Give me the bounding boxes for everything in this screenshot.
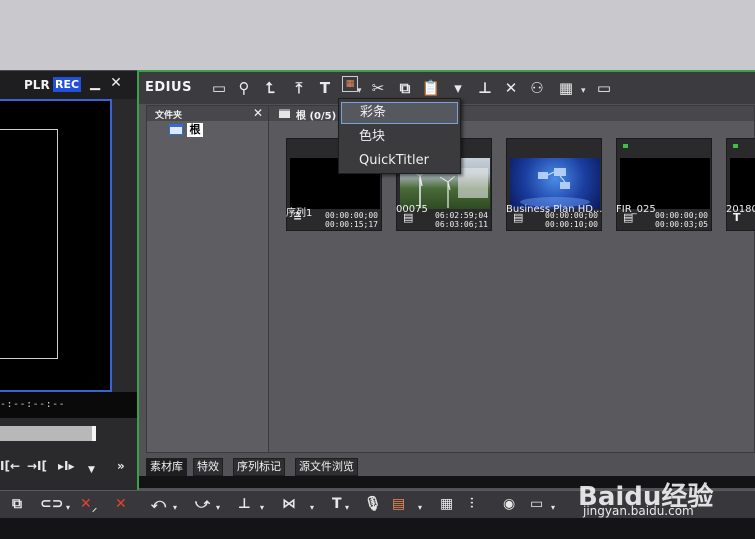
clip-name: FIR_025 — [616, 204, 656, 215]
clip-timecode-out: 00:00:15;17 — [325, 220, 378, 229]
delete-clip-icon[interactable]: ✕ — [115, 496, 127, 512]
mixer-icon[interactable]: ⫶ — [470, 496, 474, 512]
folder-tree-root-label: 根 — [187, 123, 203, 137]
more-icon[interactable]: » — [117, 459, 125, 473]
clip-name: 00075 — [396, 204, 428, 215]
microphone-icon[interactable]: 🎙 — [364, 496, 382, 512]
set-marker-icon[interactable]: ⊥ — [238, 496, 251, 512]
player-timecode-bar: -:--:--:-- — [0, 392, 137, 418]
app-title: EDIUS — [145, 80, 192, 95]
chevron-down-icon[interactable]: ▾ — [173, 503, 177, 512]
folder-pane: 文件夹 ✕ 根 — [146, 105, 269, 453]
chevron-down-icon[interactable]: ▾ — [357, 86, 362, 96]
player-scrub-bar[interactable] — [0, 426, 96, 441]
close-icon[interactable]: ✕ — [253, 106, 263, 120]
clip-timecode-out: 00:00:03;05 — [655, 220, 708, 229]
chevron-down-icon[interactable]: ▾ — [418, 503, 422, 512]
up-folder-icon[interactable]: ⮤ — [260, 78, 280, 98]
new-clip-dropdown-menu: 彩条 色块 QuickTitler — [338, 98, 461, 174]
search-icon[interactable]: ⚲ — [234, 78, 254, 98]
business-graphic-image — [520, 168, 590, 207]
tab-bin[interactable]: 素材库 — [146, 458, 187, 476]
ripple-delete-icon[interactable]: ✕ — [80, 496, 92, 512]
folder-pane-header: 文件夹 ✕ — [147, 106, 268, 121]
chevron-down-icon[interactable]: ▾ — [345, 503, 349, 512]
clip-preview — [510, 158, 600, 209]
grid-icon[interactable]: ▦ — [440, 496, 453, 512]
transition-icon[interactable]: ⋈ — [282, 496, 296, 512]
timeline-area — [0, 518, 755, 539]
menu-item-color-bars[interactable]: 彩条 — [341, 102, 458, 124]
minimize-icon[interactable]: ▁ — [88, 76, 102, 92]
chevron-down-icon[interactable]: ▾ — [216, 503, 220, 512]
player-panel: PLR REC ▁ ✕ -:--:--:-- I[← →I[ ▸I▸ ▼ » — [0, 70, 137, 490]
set-out-icon[interactable]: →I[ — [27, 459, 47, 473]
chevron-down-icon[interactable]: ▾ — [581, 86, 586, 96]
copy-icon[interactable]: ⧉ — [395, 78, 415, 98]
insert-icon[interactable]: ▸I▸ — [58, 459, 75, 473]
folder-icon — [169, 124, 183, 135]
clip-timecode-out: 06:03:06;11 — [435, 220, 488, 229]
safe-area-guide — [0, 129, 58, 359]
clip-name: 序列1 — [286, 208, 313, 219]
tab-sequence-markers[interactable]: 序列标记 — [233, 458, 285, 476]
add-to-player-icon[interactable]: ▾ — [448, 78, 468, 98]
folder-pane-title: 文件夹 — [155, 111, 183, 121]
razor-icon[interactable]: ⸝ — [92, 500, 97, 514]
rec-toggle[interactable]: REC — [53, 77, 81, 92]
chevron-down-icon[interactable]: ▾ — [66, 503, 70, 512]
clip-view-path: 根 (0/5) — [296, 111, 337, 122]
add-clip-icon[interactable]: ⤒ — [289, 78, 309, 98]
clip-thumbnail[interactable]: T — [726, 138, 755, 231]
close-icon[interactable]: ✕ — [108, 75, 124, 91]
transport-controls: I[← →I[ ▸I▸ ▼ » — [0, 454, 137, 480]
paste-icon[interactable]: 📋 — [421, 78, 441, 98]
cut-icon[interactable]: ✂ — [368, 78, 388, 98]
plr-toggle[interactable]: PLR — [24, 78, 50, 92]
clip-thumbnail[interactable]: ▤ 00:00:00;00 00:00:03;05 — [616, 138, 712, 231]
player-titlebar: PLR REC ▁ ✕ — [0, 71, 137, 99]
copy-icon[interactable]: ⧉ — [12, 496, 22, 512]
undo-icon[interactable]: ⤺ — [151, 496, 166, 512]
chevron-down-icon[interactable]: ▾ — [260, 503, 264, 512]
folder-icon[interactable]: ▭ — [209, 78, 229, 98]
clip-timecode-in: 00:00:00;00 — [325, 211, 378, 220]
chevron-down-icon[interactable]: ▾ — [310, 503, 314, 512]
folder-icon — [279, 109, 290, 118]
menu-item-color-matte[interactable]: 色块 — [341, 126, 458, 148]
new-color-clip-icon[interactable]: ▦ — [342, 76, 358, 92]
clip-marker — [623, 144, 628, 148]
render-icon[interactable]: ▤ — [392, 496, 405, 512]
title-icon[interactable]: T — [332, 496, 342, 512]
color-wheel-icon[interactable]: ◉ — [503, 496, 515, 512]
view-mode-icon[interactable]: ▦ — [556, 78, 576, 98]
chevron-down-icon[interactable]: ▾ — [551, 503, 555, 512]
delete-icon[interactable]: ✕ — [501, 78, 521, 98]
menu-item-quicktitler[interactable]: QuickTitler — [341, 150, 458, 172]
set-in-icon[interactable]: I[← — [0, 459, 20, 473]
add-title-icon[interactable]: T — [315, 78, 335, 98]
link-icon[interactable]: ⊂⊃ — [40, 496, 63, 512]
chevron-down-icon[interactable]: ▼ — [88, 465, 95, 475]
clip-preview — [730, 158, 755, 209]
clip-thumbnail[interactable]: ▤ 00:00:00;00 00:00:10;00 — [506, 138, 602, 231]
tab-source-browser[interactable]: 源文件浏览 — [295, 458, 358, 476]
clip-timecode-in: 06:02:59;04 — [435, 211, 488, 220]
timecode-display: -:--:--:-- — [0, 399, 66, 410]
clip-marker — [733, 144, 738, 148]
add-to-timeline-icon[interactable]: ⊥ — [475, 78, 495, 98]
clip-timecode-out: 00:00:10;00 — [545, 220, 598, 229]
redo-icon[interactable]: ⤻ — [195, 496, 210, 512]
clip-preview — [620, 158, 710, 209]
window-icon[interactable]: ▭ — [530, 496, 543, 512]
clip-name: Business Plan HD... — [506, 204, 603, 215]
bin-window-icon[interactable]: ▭ — [594, 78, 614, 98]
properties-icon[interactable]: ⚇ — [527, 78, 547, 98]
clip-timecode-in: 00:00:00;00 — [655, 211, 708, 220]
clip-name: 20180 — [726, 204, 755, 215]
tab-effects[interactable]: 特效 — [193, 458, 223, 476]
watermark-url: jingyan.baidu.com — [583, 504, 694, 518]
